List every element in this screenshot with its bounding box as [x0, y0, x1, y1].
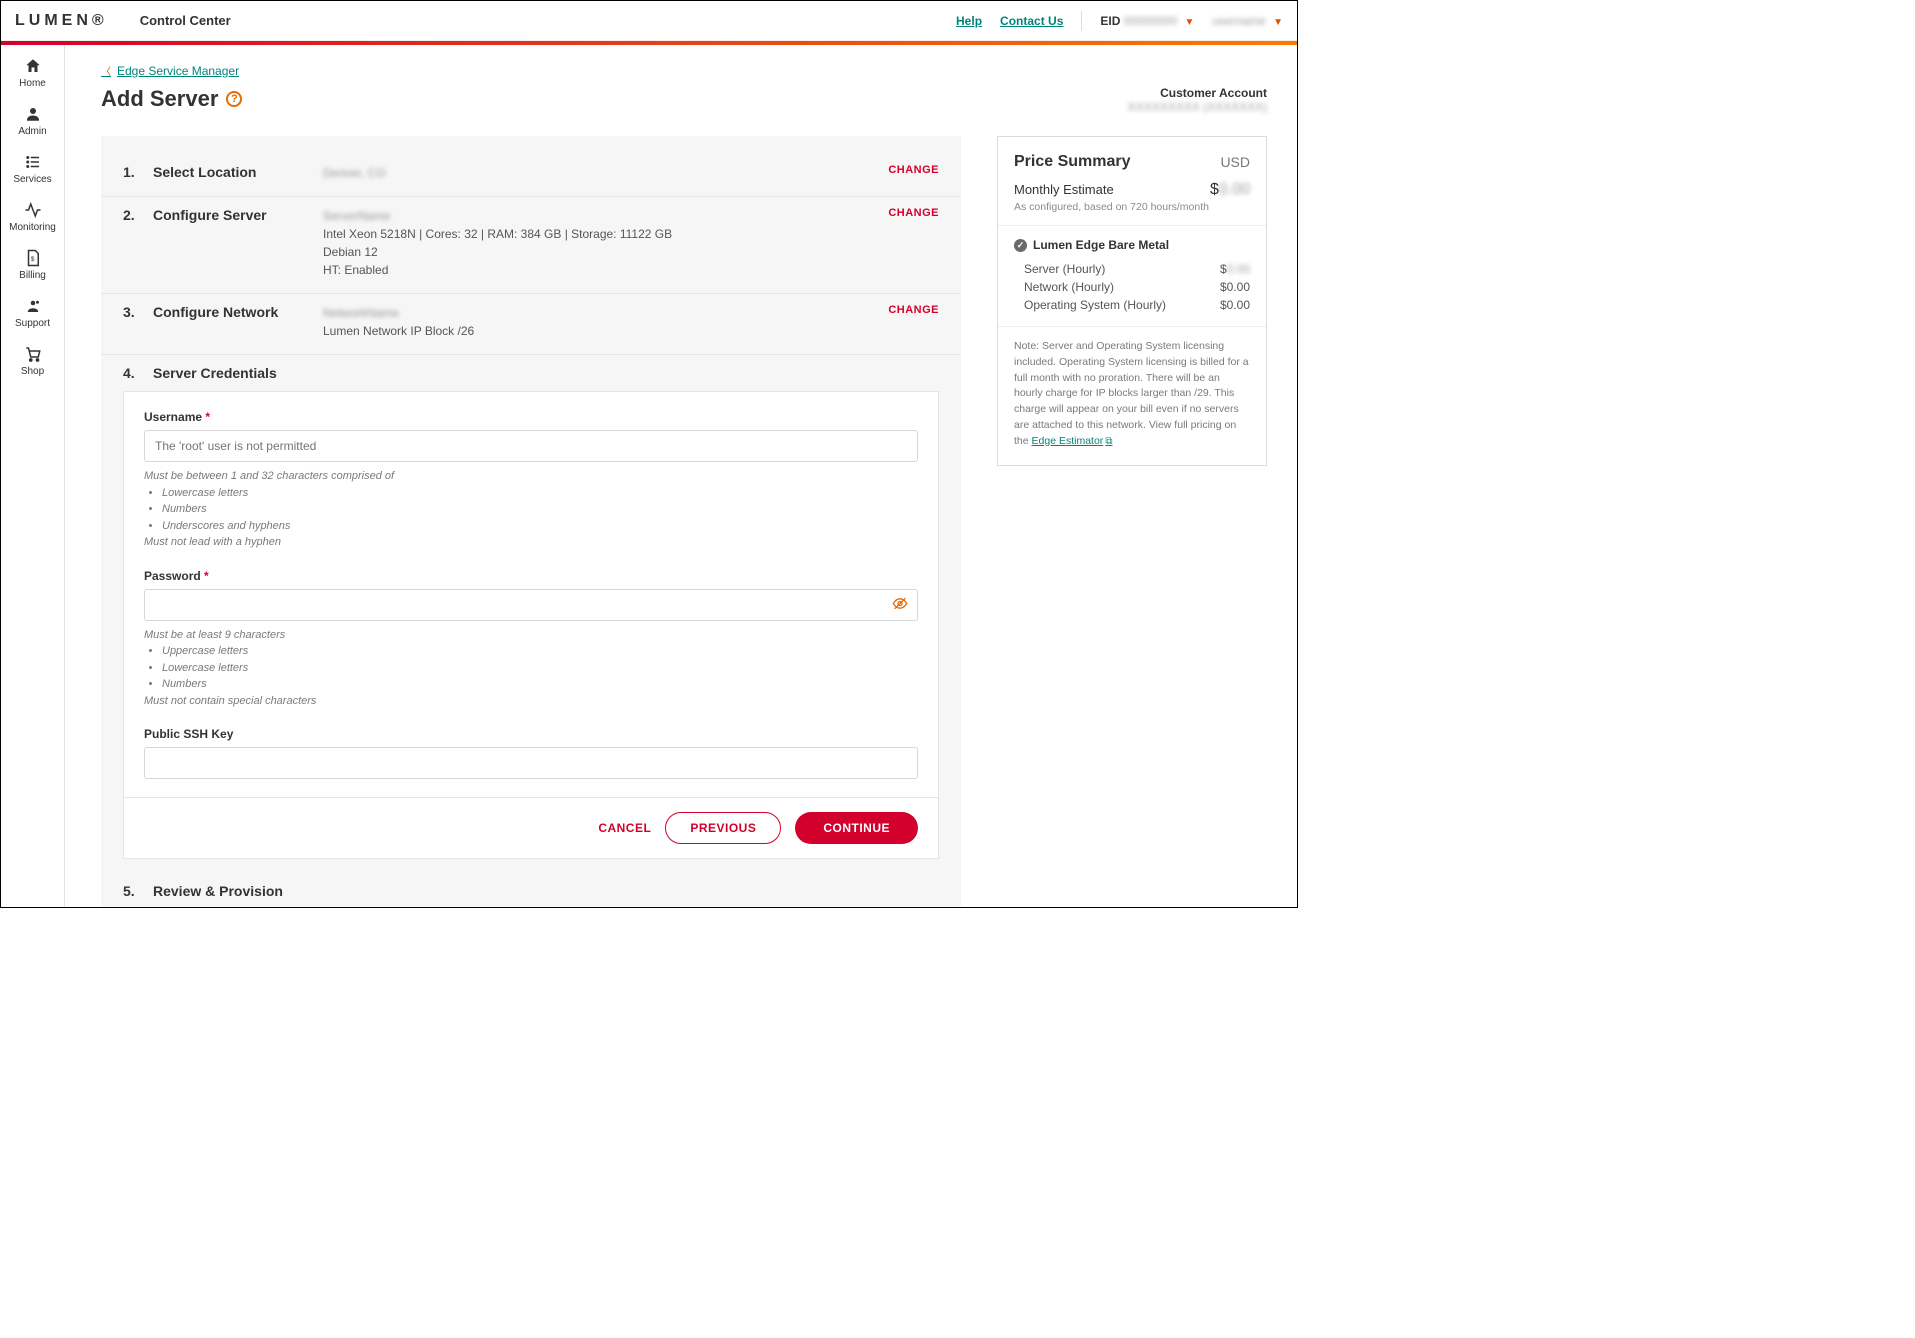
network-ipblock-value: Lumen Network IP Block /26 [323, 322, 876, 340]
breadcrumb-label: Edge Service Manager [117, 64, 239, 78]
step-title: Configure Network [153, 304, 323, 320]
home-icon [24, 57, 42, 75]
customer-account-value: XXXXXXXXX (XXXXXXX) [1128, 100, 1267, 114]
eid-dropdown[interactable]: EID 00000000 ▼ [1100, 14, 1194, 28]
step-configure-server: 2. Configure Server ServerName Intel Xeo… [101, 197, 961, 294]
monthly-estimate-sublabel: As configured, based on 720 hours/month [1014, 201, 1250, 213]
sidebar-item-services[interactable]: Services [1, 153, 64, 185]
server-name-value: ServerName [323, 207, 876, 225]
price-line-server: Server (Hourly) $0.00 [1014, 260, 1250, 278]
sidebar-nav: Home Admin Services Monitoring $ Billing… [1, 45, 65, 907]
sidebar-item-admin[interactable]: Admin [1, 105, 64, 137]
toggle-password-visibility-icon[interactable] [892, 595, 908, 614]
support-icon [24, 297, 42, 315]
user-icon [24, 105, 42, 123]
step-select-location: 1. Select Location Denver, CO CHANGE [101, 154, 961, 197]
price-note: Note: Server and Operating System licens… [998, 327, 1266, 465]
sidebar-item-monitoring[interactable]: Monitoring [1, 201, 64, 233]
sidebar-item-label: Billing [19, 270, 46, 281]
invoice-icon: $ [24, 249, 42, 267]
chevron-down-icon: ▼ [1184, 17, 1194, 28]
sidebar-item-label: Support [15, 318, 50, 329]
step-number: 3. [123, 304, 153, 340]
user-dropdown[interactable]: username ▼ [1212, 14, 1283, 28]
change-server-link[interactable]: CHANGE [888, 207, 939, 219]
action-bar: CANCEL PREVIOUS CONTINUE [124, 797, 938, 858]
divider [1081, 11, 1082, 31]
chevron-down-icon: ▼ [1273, 17, 1283, 28]
previous-button[interactable]: PREVIOUS [665, 812, 781, 844]
app-header: LUMEN® Control Center Help Contact Us EI… [1, 1, 1297, 41]
step-configure-network: 3. Configure Network NetworkName Lumen N… [101, 294, 961, 355]
help-link[interactable]: Help [956, 14, 982, 28]
edge-estimator-link[interactable]: Edge Estimator⧉ [1032, 435, 1113, 447]
sidebar-item-billing[interactable]: $ Billing [1, 249, 64, 281]
external-link-icon: ⧉ [1105, 436, 1112, 447]
step-title: Server Credentials [153, 365, 323, 381]
user-name: username [1212, 14, 1265, 28]
ssh-key-label: Public SSH Key [144, 727, 918, 741]
change-network-link[interactable]: CHANGE [888, 304, 939, 316]
cancel-button[interactable]: CANCEL [598, 821, 651, 835]
list-icon [24, 153, 42, 171]
username-hint: Must be between 1 and 32 characters comp… [144, 468, 918, 551]
step-title: Select Location [153, 164, 323, 180]
step-number: 1. [123, 164, 153, 182]
sidebar-item-home[interactable]: Home [1, 57, 64, 89]
eid-label: EID [1100, 14, 1120, 28]
username-label: Username * [144, 410, 918, 424]
price-line-os: Operating System (Hourly)$0.00 [1014, 296, 1250, 314]
server-spec-value: Intel Xeon 5218N | Cores: 32 | RAM: 384 … [323, 225, 876, 243]
app-title: Control Center [140, 13, 231, 28]
server-ht-value: HT: Enabled [323, 261, 876, 279]
step-review-provision: 5. Review & Provision [101, 859, 961, 907]
sidebar-item-label: Services [13, 174, 51, 185]
customer-account: Customer Account XXXXXXXXX (XXXXXXX) [1128, 86, 1267, 114]
change-location-link[interactable]: CHANGE [888, 164, 939, 176]
eid-value: 00000000 [1124, 14, 1177, 28]
chevron-left-icon: 〈 [101, 63, 111, 78]
username-input[interactable] [144, 430, 918, 462]
price-summary-title: Price Summary [1014, 153, 1131, 171]
step-title: Review & Provision [153, 883, 323, 899]
step-number: 2. [123, 207, 153, 279]
network-name-value: NetworkName [323, 304, 876, 322]
step-server-credentials: 4. Server Credentials [101, 355, 961, 381]
continue-button[interactable]: CONTINUE [795, 812, 918, 844]
step-number: 5. [123, 883, 153, 899]
password-hint: Must be at least 9 characters Uppercase … [144, 627, 918, 710]
price-summary-panel: Price Summary USD Monthly Estimate $0.00… [997, 136, 1267, 466]
price-product-header: ✓ Lumen Edge Bare Metal [1014, 238, 1250, 252]
page-title: Add Server ? [101, 86, 242, 112]
sidebar-item-label: Shop [21, 366, 44, 377]
check-circle-icon: ✓ [1014, 239, 1027, 252]
credentials-card: Username * Must be between 1 and 32 char… [123, 391, 939, 859]
help-icon[interactable]: ? [226, 91, 242, 107]
monthly-estimate-label: Monthly Estimate [1014, 182, 1114, 197]
password-input[interactable] [144, 589, 918, 621]
cart-icon [24, 345, 42, 363]
server-os-value: Debian 12 [323, 243, 876, 261]
price-currency: USD [1220, 154, 1250, 170]
password-label: Password * [144, 569, 918, 583]
sidebar-item-shop[interactable]: Shop [1, 345, 64, 377]
location-value: Denver, CO [323, 166, 386, 180]
breadcrumb-link[interactable]: 〈 Edge Service Manager [101, 63, 239, 78]
contact-us-link[interactable]: Contact Us [1000, 14, 1063, 28]
svg-text:$: $ [30, 256, 34, 263]
wizard-panel: 1. Select Location Denver, CO CHANGE 2. [101, 136, 961, 907]
sidebar-item-label: Admin [18, 126, 46, 137]
sidebar-item-label: Monitoring [9, 222, 56, 233]
sidebar-item-support[interactable]: Support [1, 297, 64, 329]
activity-icon [24, 201, 42, 219]
ssh-key-input[interactable] [144, 747, 918, 779]
monthly-estimate-value: $0.00 [1210, 181, 1250, 199]
step-title: Configure Server [153, 207, 323, 223]
price-line-network: Network (Hourly)$0.00 [1014, 278, 1250, 296]
step-number: 4. [123, 365, 153, 381]
logo: LUMEN® [15, 12, 104, 30]
sidebar-item-label: Home [19, 78, 46, 89]
